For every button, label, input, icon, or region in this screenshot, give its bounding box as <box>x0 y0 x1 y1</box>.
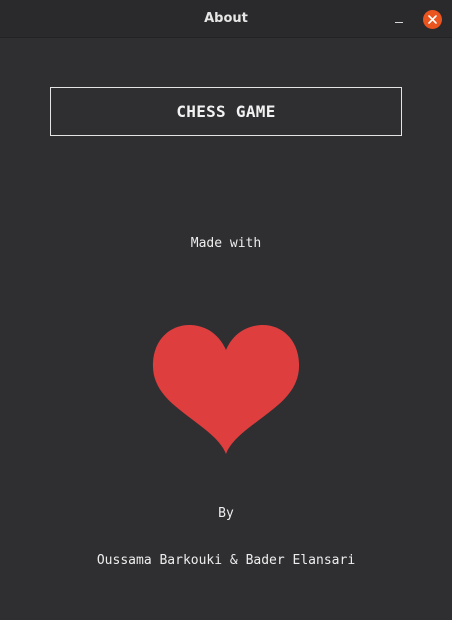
close-button[interactable] <box>423 10 442 29</box>
made-with-label: Made with <box>190 236 262 251</box>
about-window: About CHESS GAME Made with By Oussama Ba… <box>0 0 452 620</box>
minimize-button[interactable] <box>390 10 408 28</box>
by-label: By <box>218 506 234 521</box>
authors-text: Oussama Barkouki & Bader Elansari <box>96 553 356 568</box>
app-title: CHESS GAME <box>50 87 402 136</box>
title-bar: About <box>0 0 452 38</box>
window-title: About <box>204 11 248 26</box>
heart-icon <box>152 324 300 454</box>
close-icon <box>428 15 437 24</box>
